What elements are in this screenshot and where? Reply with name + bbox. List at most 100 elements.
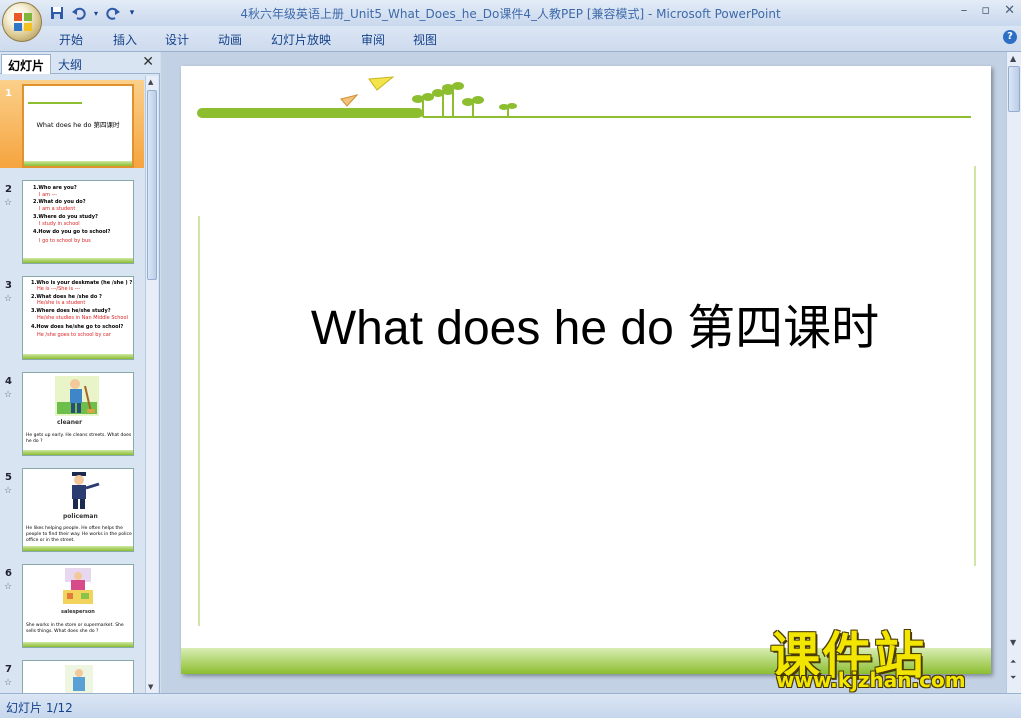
window-controls: – ▫ ✕	[961, 3, 1015, 18]
thumb-label: cleaner	[57, 419, 83, 426]
tab-review[interactable]: 审阅	[361, 31, 385, 48]
slide-editor: What does he do 第四课时	[161, 52, 1006, 693]
thumb-bottom-bar	[23, 450, 133, 455]
watermark-url: www.kjzhan.com	[776, 668, 966, 692]
cleaner-picture	[55, 376, 99, 416]
scroll-thumb[interactable]	[147, 90, 157, 280]
tab-outline[interactable]: 大纲	[52, 54, 88, 74]
slide-thumbnail-5[interactable]: 5 ☆ policeman He likes helping people. H…	[0, 464, 144, 552]
thumbnail-preview: 1.Who is your deskmate (he /she ) ? He i…	[22, 276, 134, 360]
thumb-text: I go to school by bus	[39, 238, 91, 244]
slide-background	[181, 76, 991, 674]
slide-thumbnails: 1 What does he do 第四课时 2 ☆ 1.Who are you…	[0, 76, 144, 693]
next-slide-icon[interactable]: ⏷	[1010, 673, 1016, 683]
thumb-text: 3.Where do you study?	[33, 214, 98, 220]
tab-slideshow[interactable]: 幻灯片放映	[271, 31, 331, 48]
thumbnail-preview: 1.Who are you? I am --- 2.What do you do…	[22, 180, 134, 264]
slide-number: 2	[5, 184, 12, 195]
help-icon[interactable]: ?	[1003, 30, 1017, 44]
slide-number: 3	[5, 280, 12, 291]
thumb-text: I study in school	[39, 221, 80, 227]
tab-design[interactable]: 设计	[165, 31, 189, 48]
thumb-bottom-bar	[24, 161, 132, 166]
slide-thumbnail-3[interactable]: 3 ☆ 1.Who is your deskmate (he /she ) ? …	[0, 272, 144, 360]
close-icon[interactable]: ✕	[1004, 3, 1015, 18]
thumb-top-bar	[28, 102, 82, 104]
thumbnail-preview: salesperson She works in the store or su…	[22, 564, 134, 648]
tab-animations[interactable]: 动画	[218, 31, 242, 48]
thumb-caption: She works in the store or supermarket. S…	[26, 623, 124, 634]
thumb-text: He/she is a student	[37, 300, 86, 306]
thumb-text: 1.Who are you?	[33, 185, 77, 191]
thumb-label: salesperson	[61, 609, 95, 615]
app-name: Microsoft PowerPoint	[656, 7, 781, 21]
thumb-title: What does he do 第四课时	[36, 121, 120, 129]
animation-star-icon: ☆	[4, 486, 13, 496]
slide-number: 1	[5, 88, 12, 99]
slide-thumbnail-4[interactable]: 4 ☆ cleaner He gets up early. He cleans …	[0, 368, 144, 456]
thumb-text: 2.What do you do?	[33, 199, 86, 205]
thumbnail-preview: policeman He likes helping people. He of…	[22, 468, 134, 552]
person-picture	[65, 665, 93, 693]
tab-home[interactable]: 开始	[59, 31, 83, 48]
policeman-picture	[72, 472, 100, 509]
scroll-up-icon[interactable]: ▲	[1010, 54, 1016, 63]
previous-slide-icon[interactable]: ⏶	[1010, 657, 1016, 667]
panel-scrollbar[interactable]: ▲ ▼	[145, 76, 158, 693]
watermark-logo: 课件站 www.kjzhan.com	[770, 616, 1010, 696]
salesperson-picture	[63, 568, 93, 604]
title-bar: ▾ ▾ 4秋六年级英语上册_Unit5_What_Does_he_Do课件4_人…	[0, 0, 1021, 26]
tab-insert[interactable]: 插入	[113, 31, 137, 48]
thumbnail-preview	[22, 660, 134, 693]
slide-thumbnail-2[interactable]: 2 ☆ 1.Who are you? I am --- 2.What do yo…	[0, 176, 144, 264]
thumb-text: 4.How does he/she go to school?	[31, 324, 124, 330]
panel-tabs: 幻灯片 大纲 ✕	[0, 52, 160, 74]
current-slide[interactable]: What does he do 第四课时	[181, 66, 991, 674]
status-bar: 幻灯片 1/12	[0, 693, 1021, 718]
thumb-bottom-bar	[23, 258, 133, 263]
slide-title[interactable]: What does he do 第四课时	[181, 288, 991, 358]
thumb-caption: He gets up early. He cleans streets. Wha…	[26, 433, 132, 444]
slide-number: 5	[5, 472, 12, 483]
restore-icon[interactable]: ▫	[981, 3, 990, 18]
ribbon-tab-bar: 开始 插入 设计 动画 幻灯片放映 审阅 视图 ?	[0, 26, 1021, 52]
animation-star-icon: ☆	[4, 390, 13, 400]
tab-view[interactable]: 视图	[413, 31, 437, 48]
slide-thumbnail-6[interactable]: 6 ☆ salesperson She works in the store o…	[0, 560, 144, 648]
thumb-bottom-bar	[23, 546, 133, 551]
close-panel-icon[interactable]: ✕	[142, 54, 154, 70]
slide-number: 7	[5, 664, 12, 675]
thumb-text: He /she goes to school by car	[37, 332, 111, 338]
thumbnail-preview: cleaner He gets up early. He cleans stre…	[22, 372, 134, 456]
thumbnail-preview: What does he do 第四课时	[22, 84, 134, 168]
scroll-down-icon[interactable]: ▼	[1010, 638, 1016, 647]
editor-scrollbar[interactable]: ▲ ▼ ⏶ ⏷	[1006, 52, 1021, 693]
animation-star-icon: ☆	[4, 582, 13, 592]
minimize-icon[interactable]: –	[961, 3, 968, 18]
scroll-down-icon[interactable]: ▼	[148, 683, 153, 691]
slide-thumbnail-1[interactable]: 1 What does he do 第四课时	[0, 80, 144, 168]
slide-counter: 幻灯片 1/12	[6, 701, 73, 715]
animation-star-icon: ☆	[4, 294, 13, 304]
slide-number: 6	[5, 568, 12, 579]
slide-thumbnail-7[interactable]: 7 ☆	[0, 656, 144, 693]
office-button[interactable]	[2, 2, 42, 42]
tab-slides[interactable]: 幻灯片	[1, 54, 52, 74]
thumb-bottom-bar	[23, 354, 133, 359]
window-title: 4秋六年级英语上册_Unit5_What_Does_he_Do课件4_人教PEP…	[0, 5, 1021, 22]
slide-panel: 幻灯片 大纲 ✕ 1 What does he do 第四课时 2 ☆ 1.Wh…	[0, 52, 160, 693]
scroll-thumb[interactable]	[1008, 66, 1020, 112]
animation-star-icon: ☆	[4, 678, 13, 688]
thumb-text: He/she studies in Nan Middle School	[37, 315, 128, 321]
document-title: 4秋六年级英语上册_Unit5_What_Does_he_Do课件4_人教PEP…	[240, 7, 657, 21]
thumb-text: 4.How do you go to school?	[33, 229, 111, 235]
slide-number: 4	[5, 376, 12, 387]
thumb-text: 3.Where does he/she study?	[31, 308, 111, 314]
thumb-text: I am a student	[39, 206, 76, 212]
thumb-bottom-bar	[23, 642, 133, 647]
thumb-text: He is ---/She is ---	[37, 286, 81, 292]
scroll-up-icon[interactable]: ▲	[148, 78, 153, 86]
office-logo-icon	[14, 13, 32, 31]
thumb-label: policeman	[63, 513, 98, 520]
animation-star-icon: ☆	[4, 198, 13, 208]
